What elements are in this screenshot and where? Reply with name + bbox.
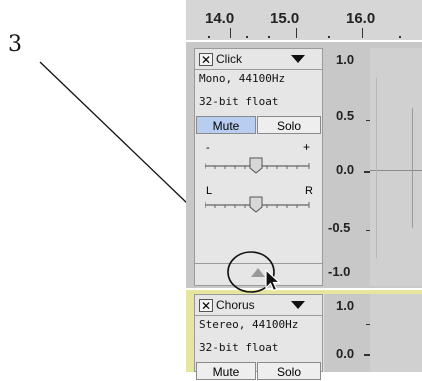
- highlight-circle: [227, 251, 275, 293]
- mouse-cursor-icon: [265, 268, 282, 292]
